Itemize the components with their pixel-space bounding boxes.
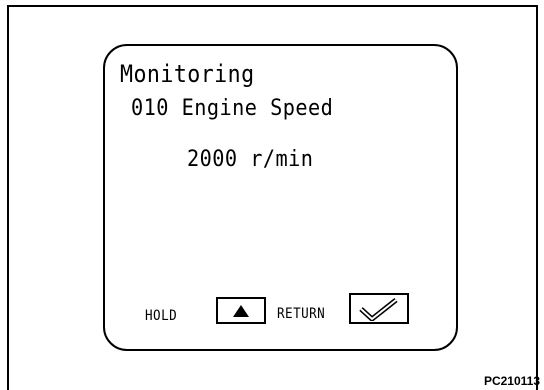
- figure-code: PC210113: [483, 374, 540, 388]
- hold-label: HOLD: [145, 308, 178, 324]
- up-triangle-icon: [233, 304, 249, 317]
- monitor-value: 2000 r/min: [187, 147, 314, 172]
- return-button[interactable]: [349, 293, 409, 324]
- monitor-item: 010 Engine Speed: [131, 96, 334, 121]
- checkmark-icon: [359, 297, 398, 321]
- screen-title: Monitoring: [120, 60, 255, 88]
- hold-button[interactable]: [216, 297, 266, 324]
- return-label: RETURN: [277, 306, 326, 322]
